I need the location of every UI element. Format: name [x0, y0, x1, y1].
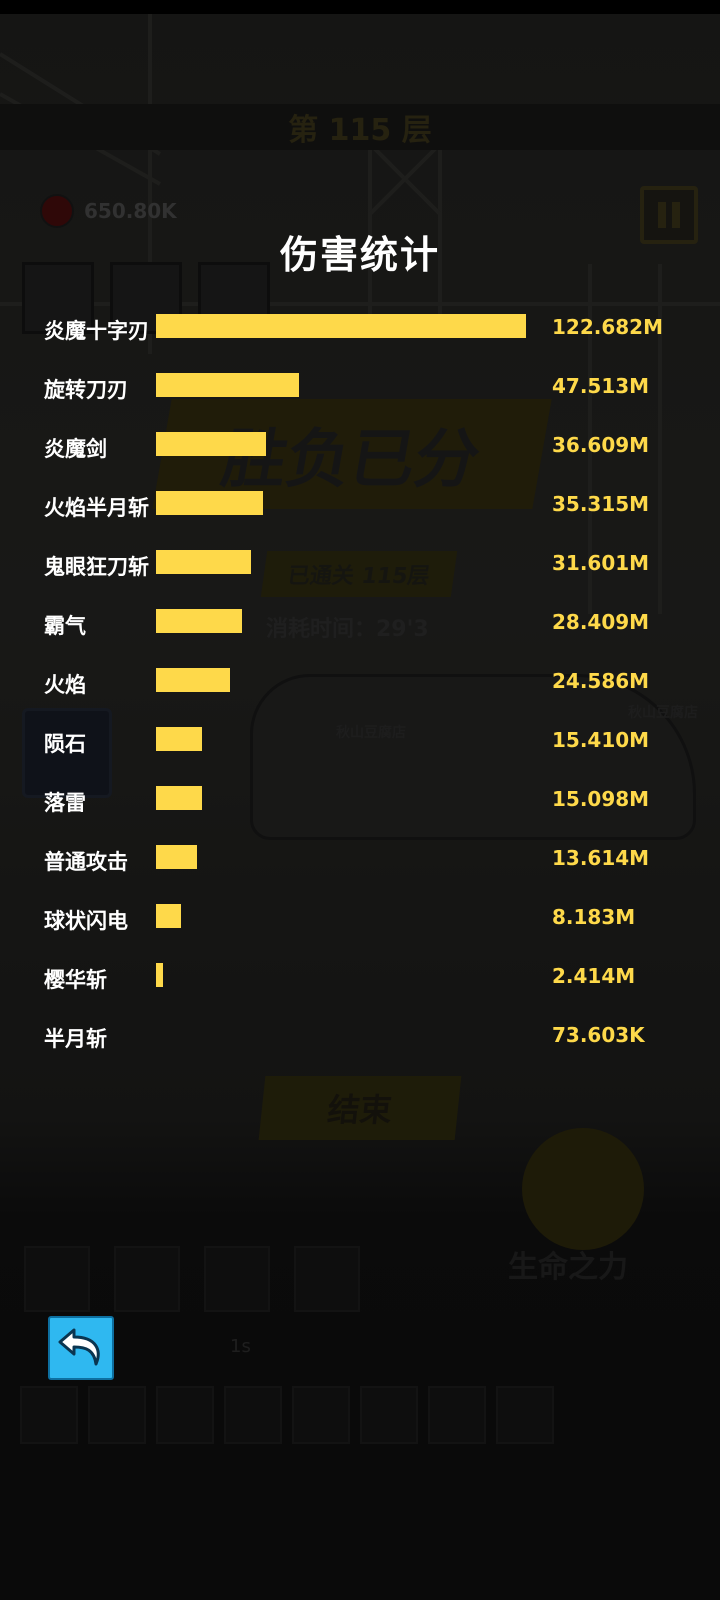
skill-name: 落雷: [44, 791, 86, 815]
damage-row: 霸气 28.409M: [0, 595, 720, 655]
undo-arrow-icon: [58, 1328, 100, 1366]
damage-bar: [156, 432, 266, 456]
damage-bar: [156, 845, 197, 869]
damage-row: 旋转刀刃 47.513M: [0, 359, 720, 419]
damage-row: 落雷 15.098M: [0, 772, 720, 832]
damage-row: 炎魔十字刃 122.682M: [0, 300, 720, 360]
damage-bar: [156, 904, 181, 928]
damage-value: 35.315M: [552, 492, 650, 516]
damage-value: 47.513M: [552, 374, 650, 398]
back-button[interactable]: [48, 1316, 114, 1380]
damage-row: 火焰半月斩 35.315M: [0, 477, 720, 537]
skill-name: 陨石: [44, 732, 86, 756]
damage-value: 31.601M: [552, 551, 650, 575]
damage-row: 火焰 24.586M: [0, 654, 720, 714]
skill-name: 半月斩: [44, 1027, 107, 1051]
skill-name: 鬼眼狂刀斩: [44, 555, 149, 579]
damage-value: 36.609M: [552, 433, 650, 457]
damage-row: 鬼眼狂刀斩 31.601M: [0, 536, 720, 596]
skill-name: 火焰半月斩: [44, 496, 149, 520]
damage-bar: [156, 609, 242, 633]
damage-value: 122.682M: [552, 315, 663, 339]
damage-row: 炎魔剑 36.609M: [0, 418, 720, 478]
damage-bar: [156, 550, 251, 574]
damage-row: 半月斩 73.603K: [0, 1008, 720, 1068]
skill-name: 霸气: [44, 614, 86, 638]
damage-value: 15.098M: [552, 787, 650, 811]
damage-bar: [156, 963, 163, 987]
damage-row: 陨石 15.410M: [0, 713, 720, 773]
damage-value: 2.414M: [552, 964, 636, 988]
skill-name: 炎魔十字刃: [44, 319, 149, 343]
damage-row: 球状闪电 8.183M: [0, 890, 720, 950]
damage-value: 15.410M: [552, 728, 650, 752]
damage-bar: [156, 314, 526, 338]
skill-name: 旋转刀刃: [44, 378, 128, 402]
dialog-title: 伤害统计: [279, 233, 440, 277]
damage-bar: [156, 668, 230, 692]
damage-value: 24.586M: [552, 669, 650, 693]
damage-bar: [156, 786, 202, 810]
damage-row: 樱华斩 2.414M: [0, 949, 720, 1009]
damage-bar: [156, 727, 202, 751]
skill-name: 樱华斩: [44, 968, 107, 992]
damage-value: 28.409M: [552, 610, 650, 634]
damage-value: 8.183M: [552, 905, 636, 929]
damage-list[interactable]: 炎魔十字刃 122.682M 旋转刀刃 47.513M 炎魔剑 36.609M 火焰半月斩 3…: [0, 300, 720, 1104]
skill-name: 普通攻击: [44, 850, 128, 874]
skill-name: 火焰: [44, 673, 86, 697]
damage-value: 13.614M: [552, 846, 650, 870]
skill-name: 炎魔剑: [44, 437, 107, 461]
damage-stats-overlay: 伤害统计 炎魔十字刃 122.682M 旋转刀刃 47.513M 炎魔剑 36.609M 火…: [0, 0, 720, 1600]
damage-bar: [156, 491, 263, 515]
damage-row: 普通攻击 13.614M: [0, 831, 720, 891]
damage-bar: [156, 373, 299, 397]
damage-value: 73.603K: [552, 1023, 645, 1047]
skill-name: 球状闪电: [44, 909, 128, 933]
